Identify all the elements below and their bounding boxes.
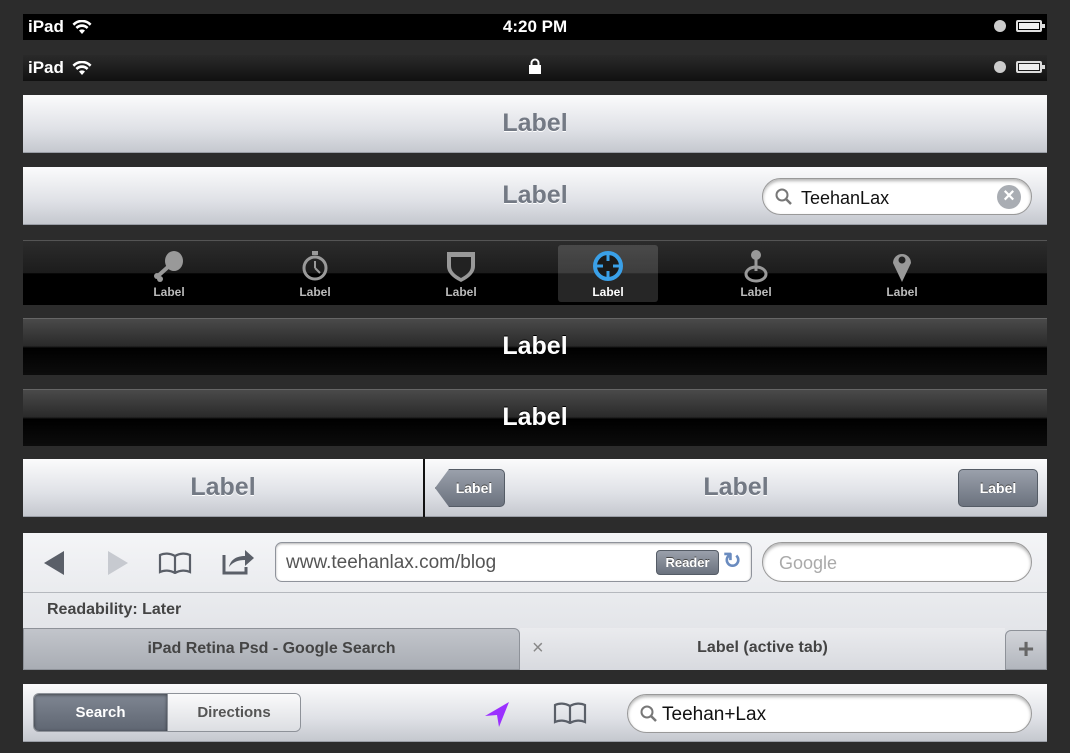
nav-title: Label xyxy=(502,403,568,431)
status-bar-translucent: iPad xyxy=(23,55,1047,81)
right-bar-button[interactable]: Label xyxy=(958,469,1038,507)
master-nav-bar: Label xyxy=(23,459,423,517)
bookmark-item[interactable]: Readability: Later xyxy=(47,601,181,619)
segment-search[interactable]: Search xyxy=(34,694,167,731)
forward-arrow-icon[interactable] xyxy=(106,550,128,576)
share-icon[interactable] xyxy=(221,547,255,575)
crosshair-icon xyxy=(593,251,623,281)
location-arrow-icon[interactable] xyxy=(483,700,511,728)
reader-button[interactable]: Reader xyxy=(656,550,719,575)
search-value: Teehan+Lax xyxy=(662,704,767,725)
battery-icon xyxy=(1016,20,1045,32)
status-time: 4:20 PM xyxy=(502,17,568,36)
safari-toolbar: www.teehanlax.com/blog Reader ↻ Google R… xyxy=(23,533,1047,670)
detail-nav-bar: Label Label Label xyxy=(425,459,1047,517)
search-icon xyxy=(775,188,792,205)
tab-item[interactable]: Label xyxy=(852,245,952,302)
dark-toolbar: Label xyxy=(23,389,1047,446)
bookmarks-icon[interactable] xyxy=(553,702,587,724)
tab-bar: Label Label Label Label Label Label xyxy=(23,240,1047,305)
url-field[interactable]: www.teehanlax.com/blog Reader ↻ xyxy=(275,542,752,582)
nav-title: Label xyxy=(502,332,568,360)
search-field[interactable]: TeehanLax × xyxy=(762,178,1032,215)
master-title: Label xyxy=(190,473,256,501)
tab-item[interactable]: Label xyxy=(265,245,365,302)
search-value: TeehanLax xyxy=(801,188,890,208)
navigation-bar: Label xyxy=(23,95,1047,153)
url-text: www.teehanlax.com/blog xyxy=(286,552,497,573)
browser-tab-active[interactable]: × Label (active tab) xyxy=(520,628,1005,670)
nav-title: Label xyxy=(502,109,568,137)
google-search-field[interactable]: Google xyxy=(762,542,1032,582)
bookmarks-icon[interactable] xyxy=(158,552,192,574)
segmented-control: Search Directions xyxy=(33,693,301,732)
shield-icon xyxy=(447,252,475,282)
search-placeholder: Google xyxy=(779,553,838,573)
stopwatch-icon xyxy=(302,251,328,281)
joystick-icon xyxy=(744,250,768,283)
map-pin-icon xyxy=(893,254,911,282)
clear-icon[interactable]: × xyxy=(997,185,1021,209)
new-tab-button[interactable]: + xyxy=(1005,630,1047,670)
segment-directions[interactable]: Directions xyxy=(167,694,300,731)
tab-item[interactable]: Label xyxy=(706,245,806,302)
status-bar: iPad 4:20 PM xyxy=(23,14,1047,40)
maps-toolbar: Search Directions Teehan+Lax xyxy=(23,684,1047,742)
back-button[interactable]: Label xyxy=(435,469,505,507)
drumstick-icon xyxy=(154,251,183,282)
dark-navigation-bar: Label xyxy=(23,318,1047,375)
close-tab-icon[interactable]: × xyxy=(532,628,544,668)
bookmarks-bar: Readability: Later xyxy=(23,592,1047,628)
navigation-bar-with-search: Label TeehanLax × xyxy=(23,167,1047,225)
search-icon xyxy=(640,705,657,722)
reload-icon[interactable]: ↻ xyxy=(723,548,741,574)
detail-title: Label xyxy=(703,473,769,501)
battery-icon xyxy=(1016,61,1045,73)
back-arrow-icon[interactable] xyxy=(44,550,66,576)
maps-search-field[interactable]: Teehan+Lax xyxy=(627,694,1032,733)
tab-item[interactable]: Label xyxy=(119,245,219,302)
alarm-icon xyxy=(994,61,1006,73)
tab-item[interactable]: Label xyxy=(411,245,511,302)
browser-tab[interactable]: iPad Retina Psd - Google Search xyxy=(23,628,520,670)
tab-item-selected[interactable]: Label xyxy=(558,245,658,302)
alarm-icon xyxy=(994,20,1006,32)
lock-icon xyxy=(529,58,541,74)
